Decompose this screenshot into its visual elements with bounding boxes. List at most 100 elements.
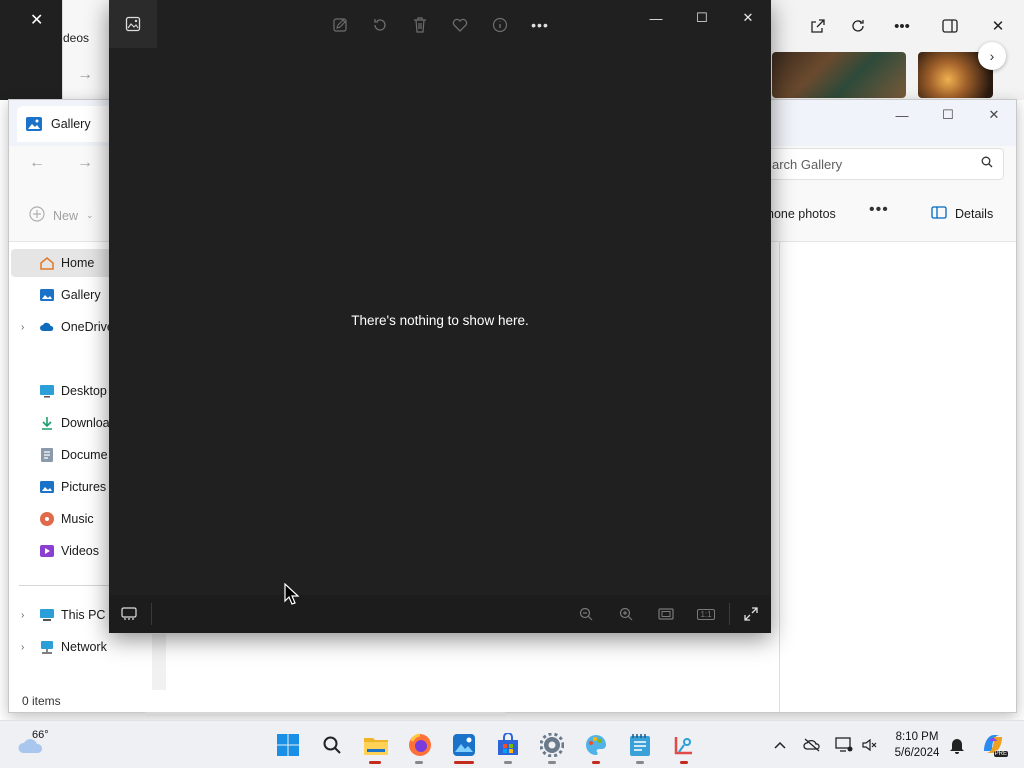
horizontal-scrollbar[interactable]	[145, 712, 505, 716]
actual-size-icon[interactable]: 1:1	[693, 601, 719, 627]
chevron-up-icon[interactable]	[770, 735, 790, 755]
forward-arrow-icon: →	[77, 66, 93, 83]
sidebar-item-label: Desktop	[61, 384, 107, 398]
close-button[interactable]: ✕	[971, 100, 1017, 130]
maximize-button[interactable]: ☐	[679, 4, 725, 32]
chevron-right-icon[interactable]: ›	[21, 610, 35, 621]
gallery-icon	[39, 287, 55, 303]
gallery-button[interactable]	[109, 0, 157, 48]
volume-muted-icon[interactable]	[860, 735, 880, 755]
close-icon[interactable]: ✕	[30, 10, 43, 30]
paint-icon[interactable]	[580, 729, 612, 761]
sidebar-item-label: Videos	[61, 544, 99, 558]
onedrive-icon	[39, 319, 55, 335]
more-options-button[interactable]: •••	[869, 201, 889, 219]
forward-arrow-icon[interactable]: →	[77, 154, 93, 172]
rotate-icon[interactable]	[367, 12, 393, 38]
file-explorer-icon[interactable]	[360, 729, 392, 761]
phone-photos-button[interactable]: hone photos	[767, 207, 836, 221]
system-clock[interactable]: 8:10 PM 5/6/2024	[888, 729, 946, 761]
more-icon[interactable]: •••	[890, 14, 914, 38]
firefox-icon[interactable]	[404, 729, 436, 761]
onedrive-offline-icon[interactable]	[802, 735, 822, 755]
running-indicator	[548, 761, 556, 764]
back-arrow-icon[interactable]: ←	[29, 154, 45, 172]
sidebar-item-label: OneDrive	[61, 320, 114, 334]
search-icon[interactable]	[981, 156, 993, 171]
running-indicator	[454, 761, 474, 764]
running-indicator	[415, 761, 423, 764]
network-icon	[39, 639, 55, 655]
details-button[interactable]: Details	[931, 206, 993, 222]
weather-widget[interactable]: 66°	[16, 727, 56, 761]
content-area	[779, 242, 1017, 712]
home-icon	[39, 255, 55, 271]
details-label: Details	[955, 207, 994, 221]
info-icon[interactable]	[487, 12, 513, 38]
weather-temperature: 66°	[32, 729, 49, 741]
refresh-icon[interactable]	[846, 14, 870, 38]
zoom-in-icon[interactable]	[613, 601, 639, 627]
running-indicator	[636, 761, 644, 764]
status-bar-item-count: 0 items	[22, 694, 61, 708]
thumbnail-image[interactable]	[772, 52, 906, 98]
minimize-button[interactable]: —	[633, 4, 679, 32]
running-indicator	[592, 761, 600, 764]
background-window: deos →	[62, 0, 110, 100]
photos-viewer-window: ••• — ☐ ✕ There's nothing to show here. …	[109, 0, 771, 633]
sidebar-item-label: Gallery	[61, 288, 101, 302]
actual-size-label: 1:1	[697, 608, 715, 620]
tab-gallery[interactable]: Gallery	[17, 106, 117, 142]
clock-date: 5/6/2024	[894, 747, 940, 759]
notepad-icon[interactable]	[624, 729, 656, 761]
display-icon[interactable]	[834, 735, 854, 755]
snipping-tool-icon[interactable]	[668, 729, 700, 761]
empty-state-message: There's nothing to show here.	[351, 313, 529, 328]
this-pc-icon	[39, 607, 55, 623]
sidebar-toggle-icon[interactable]	[938, 14, 962, 38]
chevron-right-icon[interactable]: ›	[21, 642, 35, 653]
details-pane-icon	[931, 206, 947, 222]
delete-icon[interactable]	[407, 12, 433, 38]
favorite-icon[interactable]	[447, 12, 473, 38]
notification-bell-icon[interactable]	[947, 735, 967, 755]
next-arrow-icon[interactable]: ›	[978, 42, 1006, 70]
fit-icon[interactable]	[653, 601, 679, 627]
viewer-bottom-toolbar: 1:1	[109, 595, 771, 633]
minimize-button[interactable]: —	[879, 100, 925, 130]
videos-icon	[39, 543, 55, 559]
add-icon	[29, 206, 45, 225]
tab-title: Gallery	[51, 117, 91, 131]
downloads-icon	[39, 415, 55, 431]
sidebar-item-network[interactable]: › Network	[11, 633, 157, 661]
open-external-icon[interactable]	[806, 14, 830, 38]
close-icon[interactable]: ✕	[986, 14, 1010, 38]
filmstrip-icon[interactable]	[116, 601, 142, 627]
background-window-label: deos	[63, 31, 90, 45]
new-button-label: New	[53, 208, 79, 223]
start-icon[interactable]	[272, 729, 304, 761]
edit-icon[interactable]	[327, 12, 353, 38]
close-button[interactable]: ✕	[725, 4, 771, 32]
store-icon[interactable]	[492, 729, 524, 761]
zoom-out-icon[interactable]	[573, 601, 599, 627]
sidebar-item-label: Home	[61, 256, 95, 270]
maximize-button[interactable]: ☐	[925, 100, 971, 130]
running-indicator	[680, 761, 688, 764]
search-input[interactable]: arch Gallery	[767, 148, 1004, 180]
new-button[interactable]: New ⌄	[29, 206, 94, 225]
settings-icon[interactable]	[536, 729, 568, 761]
documents-icon	[39, 447, 55, 463]
scrollbar[interactable]	[152, 634, 166, 690]
mouse-cursor-icon	[284, 583, 300, 605]
photos-icon[interactable]	[448, 729, 480, 761]
toolbar-divider	[151, 603, 152, 625]
more-icon[interactable]: •••	[527, 12, 553, 38]
sidebar-item-label: This PC	[61, 608, 106, 622]
search-icon[interactable]	[316, 729, 348, 761]
image-icon	[125, 16, 141, 32]
chevron-right-icon[interactable]: ›	[21, 322, 35, 333]
fullscreen-icon[interactable]	[738, 601, 764, 627]
search-placeholder: arch Gallery	[772, 157, 843, 172]
copilot-icon[interactable]: PRE	[980, 731, 1008, 757]
